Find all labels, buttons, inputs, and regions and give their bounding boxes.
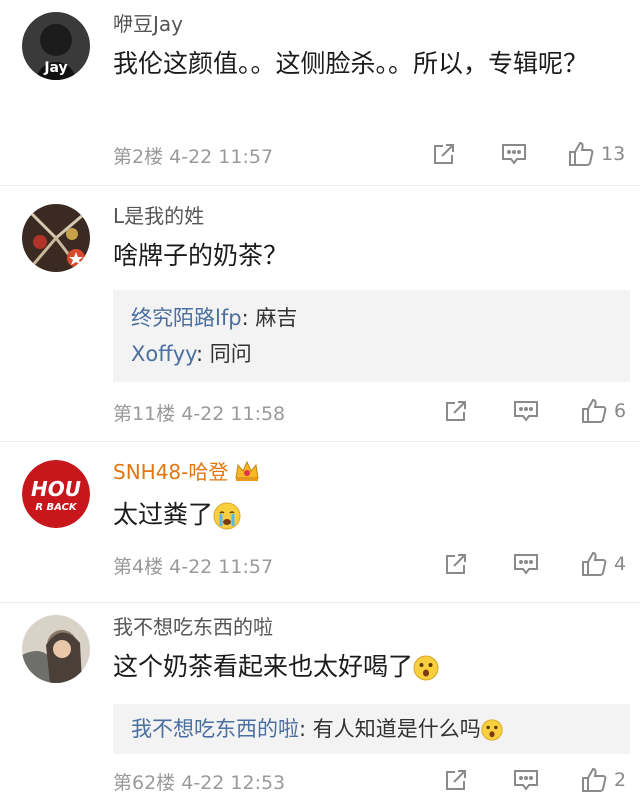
vip-crown-icon — [234, 460, 260, 487]
svg-text:HOU: HOU — [31, 477, 81, 501]
comment-text: 太过粪了 — [113, 497, 630, 533]
comment-item: HOU R BACK SNH48-哈登 太过粪了 第4楼 4-22 11:57 … — [0, 442, 640, 603]
avatar[interactable]: Jay — [22, 12, 90, 80]
thumbs-up-icon — [582, 398, 607, 423]
share-button[interactable] — [442, 549, 470, 579]
share-button[interactable] — [442, 396, 470, 426]
thumbs-up-icon — [569, 141, 594, 166]
like-button[interactable]: 13 — [567, 139, 625, 169]
share-icon — [434, 144, 454, 164]
share-button[interactable] — [430, 139, 458, 169]
comment-text: 啥牌子的奶茶？ — [113, 241, 289, 270]
avatar[interactable] — [22, 204, 90, 272]
comment-text: 这个奶茶看起来也太好喝了 — [113, 649, 630, 685]
share-button[interactable] — [442, 765, 470, 795]
comment-item: L是我的姓 啥牌子的奶茶？ 终究陌路lfp: 麻吉 Xoffyy: 同问 第11… — [0, 186, 640, 442]
share-icon — [446, 770, 466, 790]
reply-username[interactable]: 我不想吃东西的啦 — [131, 717, 299, 741]
comment-reply-icon — [514, 554, 538, 575]
like-count: 4 — [614, 553, 627, 575]
thumbs-up-icon — [582, 551, 607, 576]
reply-button[interactable] — [512, 396, 540, 426]
comment-reply-icon — [502, 144, 526, 165]
comment-item: 我不想吃东西的啦 这个奶茶看起来也太好喝了 我不想吃东西的啦: 有人知道是什么吗 — [0, 603, 640, 798]
svg-text:R BACK: R BACK — [35, 502, 78, 513]
crying-emoji-icon — [213, 502, 241, 530]
like-count: 2 — [614, 769, 627, 791]
reply-preview-box[interactable]: 终究陌路lfp: 麻吉 Xoffyy: 同问 — [113, 290, 630, 382]
like-button[interactable]: 4 — [580, 549, 626, 579]
reply-item: 终究陌路lfp: 麻吉 — [131, 306, 298, 330]
comment-reply-icon — [514, 401, 538, 422]
share-icon — [446, 401, 466, 421]
reply-item: 我不想吃东西的啦: 有人知道是什么吗 — [131, 711, 612, 747]
like-button[interactable]: 6 — [580, 396, 626, 426]
reply-button[interactable] — [512, 549, 540, 579]
reply-preview-box[interactable]: 我不想吃东西的啦: 有人知道是什么吗 — [113, 704, 630, 754]
username[interactable]: SNH48-哈登 — [113, 460, 630, 487]
reply-text: 麻吉 — [255, 306, 298, 330]
surprised-emoji-icon — [481, 719, 503, 741]
like-count: 6 — [614, 400, 627, 422]
comment-text: 我伦这颜值。。这侧脸杀。。所以，专辑呢？ — [113, 49, 589, 78]
avatar[interactable]: HOU R BACK — [22, 460, 90, 528]
reply-text: 有人知道是什么吗 — [312, 717, 481, 741]
reply-item: Xoffyy: 同问 — [131, 342, 252, 366]
svg-text:Jay: Jay — [43, 60, 67, 76]
username[interactable]: 咿豆Jay — [113, 12, 630, 36]
reply-username[interactable]: Xoffyy — [131, 342, 196, 366]
reply-button[interactable] — [500, 139, 528, 169]
like-count: 13 — [601, 143, 626, 165]
comment-item: Jay 咿豆Jay 我伦这颜值。。这侧脸杀。。所以，专辑呢？ 第2楼 4-22 … — [0, 0, 640, 186]
reply-button[interactable] — [512, 765, 540, 795]
comment-reply-icon — [514, 770, 538, 791]
surprised-emoji-icon — [413, 655, 439, 681]
avatar[interactable] — [22, 615, 90, 683]
username[interactable]: 我不想吃东西的啦 — [113, 615, 630, 639]
username[interactable]: L是我的姓 — [113, 204, 630, 228]
reply-username[interactable]: 终究陌路lfp — [131, 306, 242, 330]
thumbs-up-icon — [582, 767, 607, 792]
like-button[interactable]: 2 — [580, 765, 626, 795]
share-icon — [446, 554, 466, 574]
reply-text: 同问 — [209, 342, 252, 366]
